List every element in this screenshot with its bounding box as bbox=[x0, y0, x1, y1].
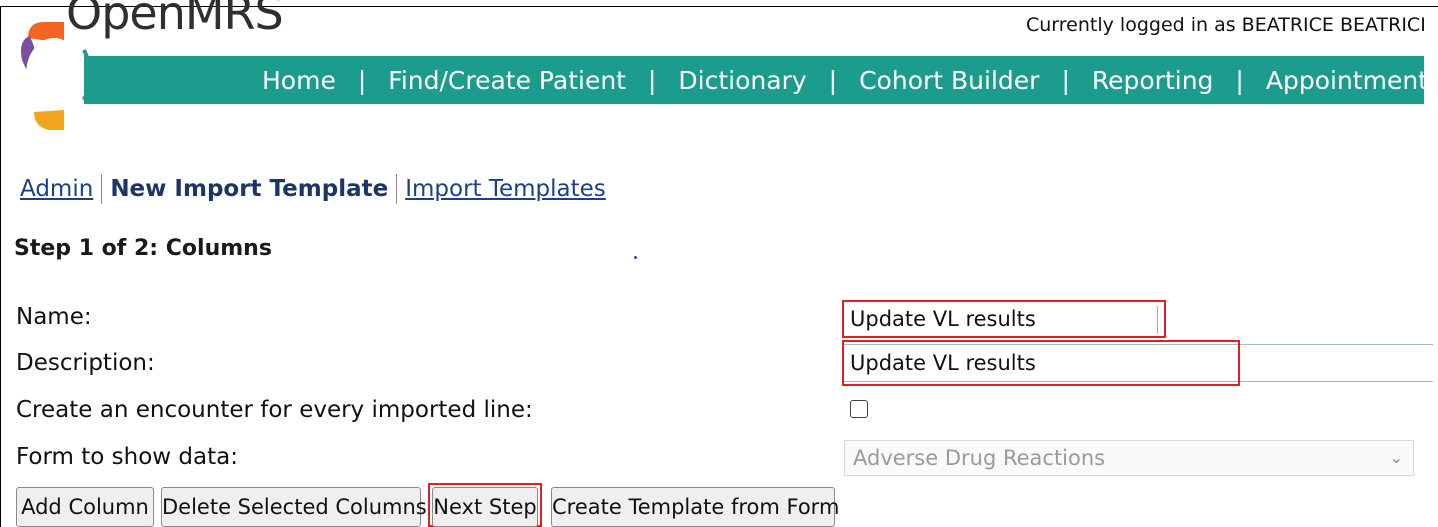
logo-text: OpenMRS bbox=[66, 0, 284, 40]
main-nav: Home | Find/Create Patient | Dictionary … bbox=[258, 56, 1438, 104]
breadcrumb-divider bbox=[101, 174, 103, 204]
breadcrumb-divider bbox=[396, 174, 398, 204]
delete-selected-columns-button[interactable]: Delete Selected Columns bbox=[161, 487, 427, 527]
breadcrumb-admin-link[interactable]: Admin bbox=[20, 176, 93, 202]
form-select-value: Adverse Drug Reactions bbox=[853, 446, 1106, 470]
nav-home[interactable]: Home bbox=[258, 66, 340, 95]
nav-separator: | bbox=[647, 65, 657, 95]
page-border-left bbox=[0, 6, 1, 527]
nav-separator: | bbox=[1235, 65, 1244, 95]
stray-dot bbox=[634, 256, 637, 259]
name-input[interactable]: Update VL results bbox=[842, 300, 1166, 338]
breadcrumb-import-templates-link[interactable]: Import Templates bbox=[405, 176, 606, 202]
description-label: Description: bbox=[16, 350, 155, 376]
form-select[interactable]: Adverse Drug Reactions ⌄ bbox=[844, 440, 1414, 476]
encounter-label: Create an encounter for every imported l… bbox=[16, 397, 533, 423]
breadcrumb: Admin New Import Template Import Templat… bbox=[20, 174, 606, 204]
description-input[interactable]: Update VL results bbox=[842, 340, 1240, 386]
encounter-checkbox[interactable] bbox=[850, 400, 868, 418]
nav-dictionary[interactable]: Dictionary bbox=[674, 66, 810, 95]
create-template-from-form-button[interactable]: Create Template from Form bbox=[551, 487, 839, 527]
logged-in-user-text: Currently logged in as BEATRICE BEATRICE… bbox=[1026, 14, 1424, 36]
name-label: Name: bbox=[16, 304, 92, 330]
nav-reporting[interactable]: Reporting bbox=[1088, 66, 1218, 95]
next-step-button[interactable]: Next Step bbox=[432, 487, 538, 527]
breadcrumb-current-page: New Import Template bbox=[110, 176, 389, 202]
name-input-value: Update VL results bbox=[850, 307, 1036, 331]
nav-appointments[interactable]: Appointments bbox=[1262, 66, 1438, 95]
description-input-value: Update VL results bbox=[850, 351, 1036, 375]
name-input-edge bbox=[1157, 306, 1158, 334]
chevron-down-icon: ⌄ bbox=[1389, 448, 1403, 467]
nav-separator: | bbox=[1061, 65, 1070, 95]
form-label: Form to show data: bbox=[16, 444, 238, 470]
nav-separator: | bbox=[828, 65, 838, 95]
nav-cohort-builder[interactable]: Cohort Builder bbox=[855, 66, 1043, 95]
add-column-button[interactable]: Add Column bbox=[16, 487, 154, 527]
nav-find-create-patient[interactable]: Find/Create Patient bbox=[384, 66, 630, 95]
nav-separator: | bbox=[357, 65, 367, 95]
step-title: Step 1 of 2: Columns bbox=[14, 236, 272, 261]
